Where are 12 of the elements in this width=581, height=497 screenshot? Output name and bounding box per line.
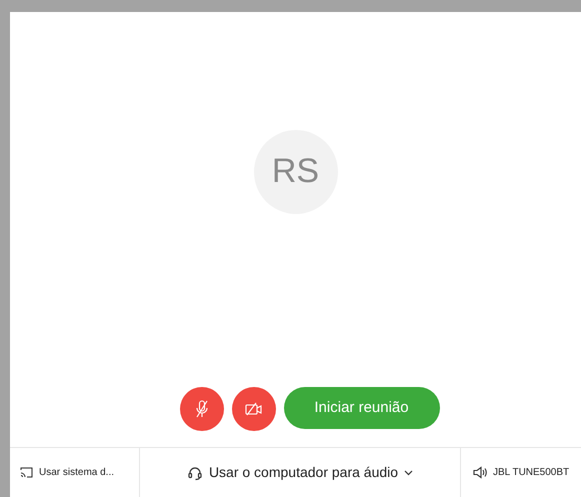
mute-button[interactable] bbox=[180, 387, 224, 431]
speaker-label[interactable]: JBL TUNE500BT bbox=[493, 465, 570, 480]
audio-dropdown[interactable]: Usar o computador para áudio bbox=[186, 462, 414, 483]
headset-icon bbox=[186, 464, 203, 480]
caret-icon bbox=[404, 470, 414, 476]
avatar: RS bbox=[254, 130, 338, 214]
cast-icon bbox=[20, 467, 33, 478]
muted-microphone-icon bbox=[194, 400, 208, 418]
speaker-icon bbox=[473, 466, 487, 479]
share-screen-label[interactable]: Usar sistema d... bbox=[39, 465, 114, 480]
camera-off-icon bbox=[244, 402, 262, 416]
camera-button[interactable] bbox=[232, 387, 276, 431]
